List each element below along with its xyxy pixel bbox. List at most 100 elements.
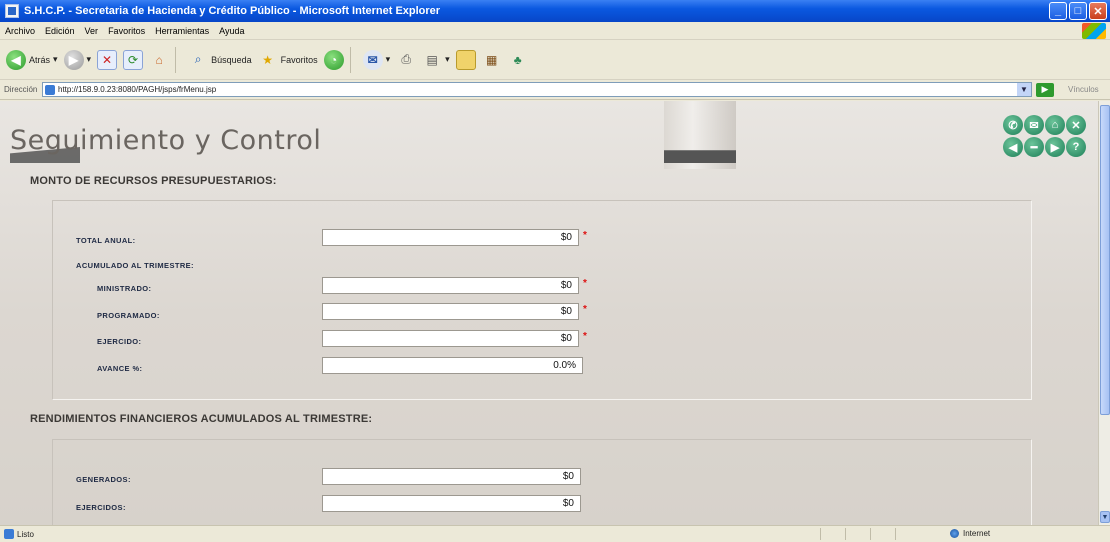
- stop-button[interactable]: ✕: [97, 49, 118, 70]
- toolbar-separator: [175, 46, 177, 73]
- favorites-label: Favoritos: [280, 54, 318, 65]
- address-dropdown-icon[interactable]: ▼: [1017, 83, 1031, 96]
- refresh-button[interactable]: ⟳: [123, 49, 144, 70]
- required-mark: *: [583, 331, 587, 342]
- browser-toolbar: ◀ Atrás ▾ ▶ ▾ ✕ ⟳ ⌂ ⌕ Búsqueda ★ Favorit…: [0, 40, 1110, 80]
- maximize-button[interactable]: □: [1069, 2, 1087, 20]
- label-ejercido: EJERCIDO:: [97, 337, 142, 346]
- minimize-button[interactable]: _: [1049, 2, 1067, 20]
- zone-text: Internet: [963, 529, 991, 538]
- vertical-scrollbar[interactable]: ▼: [1098, 101, 1110, 525]
- required-mark: *: [583, 230, 587, 241]
- home-icon[interactable]: ⌂: [1045, 115, 1065, 135]
- home-button[interactable]: ⌂: [149, 50, 169, 70]
- label-avance: AVANCE %:: [97, 364, 143, 373]
- label-programado: PROGRAMADO:: [97, 311, 160, 320]
- stop-icon: ✕: [97, 49, 118, 70]
- programado-field[interactable]: $0: [322, 303, 579, 320]
- phone-icon[interactable]: ✆: [1003, 115, 1023, 135]
- ie-app-icon: [5, 4, 19, 18]
- window-controls: _ □ ✕: [1049, 2, 1107, 20]
- page-icon: [45, 84, 55, 95]
- edit-icon: ▤: [426, 52, 438, 67]
- messenger-icon: ♣: [513, 52, 522, 67]
- globe-icon: [950, 529, 959, 538]
- search-button[interactable]: ⌕ Búsqueda: [188, 50, 252, 70]
- forward-arrow-icon: ▶: [63, 49, 84, 70]
- mail-icon: ✉: [362, 49, 383, 70]
- back-button[interactable]: ◀ Atrás ▾: [6, 49, 58, 70]
- forward-button[interactable]: ▶ ▾: [63, 49, 92, 70]
- back-label: Atrás: [29, 54, 51, 65]
- home-icon: ⌂: [155, 52, 163, 67]
- print-icon: ⎙: [401, 52, 411, 66]
- menu-ayuda[interactable]: Ayuda: [214, 26, 249, 36]
- book-icon: ▦: [486, 52, 498, 67]
- print-button[interactable]: ⎙: [396, 50, 416, 70]
- total-anual-field[interactable]: $0: [322, 229, 579, 246]
- go-button[interactable]: ▶: [1036, 82, 1054, 97]
- back-icon[interactable]: ◀: [1003, 137, 1023, 157]
- history-button[interactable]: ◔: [323, 49, 344, 70]
- scrollbar-thumb[interactable]: [1100, 105, 1110, 415]
- security-zone: Internet: [950, 529, 990, 538]
- mail-icon[interactable]: ✉: [1024, 115, 1044, 135]
- menu-favoritos[interactable]: Favoritos: [103, 26, 150, 36]
- window-title-bar: S.H.C.P. - Secretaria de Hacienda y Créd…: [0, 0, 1110, 22]
- links-button[interactable]: Vínculos: [1068, 85, 1099, 94]
- avance-field[interactable]: 0.0%: [322, 357, 583, 374]
- windows-logo-icon: [1082, 23, 1106, 39]
- label-generados: GENERADOS:: [76, 475, 131, 484]
- history-icon: ◔: [323, 49, 344, 70]
- edit-button[interactable]: ▤ ▾: [422, 50, 450, 70]
- favorites-star-icon: ★: [262, 52, 273, 67]
- address-url: http://158.9.0.23:8080/PAGH/jsps/frMenu.…: [58, 85, 217, 94]
- help-icon[interactable]: ?: [1066, 137, 1086, 157]
- exit-icon[interactable]: ✕: [1066, 115, 1086, 135]
- ejercidos-field[interactable]: $0: [322, 495, 581, 512]
- back-arrow-icon: ◀: [6, 49, 26, 70]
- mail-button[interactable]: ✉ ▾: [362, 49, 391, 70]
- address-input[interactable]: http://158.9.0.23:8080/PAGH/jsps/frMenu.…: [42, 82, 1032, 97]
- status-text: Listo: [17, 529, 34, 539]
- section-title-recursos: MONTO DE RECURSOS PRESUPUESTARIOS:: [30, 175, 277, 187]
- label-total-anual: TOTAL ANUAL:: [76, 236, 136, 245]
- research-button[interactable]: ▦: [482, 50, 502, 70]
- menu-ver[interactable]: Ver: [80, 26, 104, 36]
- section-title-rendimientos: RENDIMIENTOS FINANCIEROS ACUMULADOS AL T…: [30, 413, 373, 425]
- menu-edicion[interactable]: Edición: [40, 26, 80, 36]
- edit-dropdown-icon[interactable]: ▾: [445, 54, 450, 65]
- forward-dropdown-icon[interactable]: ▾: [87, 54, 92, 65]
- folder-button[interactable]: [455, 49, 476, 70]
- page-header: Seguimiento y Control ✆ ✉ ⌂ ✕ ◀ ━ ▶ ?: [0, 101, 1098, 169]
- messenger-button[interactable]: ♣: [508, 50, 528, 70]
- minus-icon[interactable]: ━: [1024, 137, 1044, 157]
- folder-icon: [455, 49, 476, 70]
- search-label: Búsqueda: [211, 54, 252, 65]
- label-ministrado: MINISTRADO:: [97, 284, 152, 293]
- toolbar-separator: [349, 46, 351, 73]
- menu-herramientas[interactable]: Herramientas: [150, 26, 214, 36]
- back-dropdown-icon[interactable]: ▾: [53, 54, 58, 65]
- ministrado-field[interactable]: $0: [322, 277, 579, 294]
- ejercido-field[interactable]: $0: [322, 330, 579, 347]
- label-ejercidos: EJERCIDOS:: [76, 503, 126, 512]
- status-bar: Listo Internet: [0, 525, 1110, 542]
- generados-field[interactable]: $0: [322, 468, 581, 485]
- page-viewport: Seguimiento y Control ✆ ✉ ⌂ ✕ ◀ ━ ▶ ? MO…: [0, 101, 1098, 525]
- refresh-icon: ⟳: [123, 49, 144, 70]
- label-acumulado: ACUMULADO AL TRIMESTRE:: [76, 261, 194, 270]
- close-button[interactable]: ✕: [1089, 2, 1107, 20]
- menu-bar: Archivo Edición Ver Favoritos Herramient…: [0, 22, 1110, 40]
- address-bar: Dirección http://158.9.0.23:8080/PAGH/js…: [0, 80, 1110, 100]
- page-status-icon: [4, 529, 14, 539]
- forward-icon[interactable]: ▶: [1045, 137, 1065, 157]
- scroll-down-icon[interactable]: ▼: [1100, 511, 1110, 523]
- required-mark: *: [583, 278, 587, 289]
- search-icon: ⌕: [194, 52, 202, 66]
- menu-archivo[interactable]: Archivo: [0, 26, 40, 36]
- favorites-button[interactable]: ★ Favoritos: [258, 50, 318, 70]
- mail-dropdown-icon[interactable]: ▾: [386, 54, 391, 65]
- required-mark: *: [583, 304, 587, 315]
- window-title: S.H.C.P. - Secretaria de Hacienda y Créd…: [24, 5, 441, 17]
